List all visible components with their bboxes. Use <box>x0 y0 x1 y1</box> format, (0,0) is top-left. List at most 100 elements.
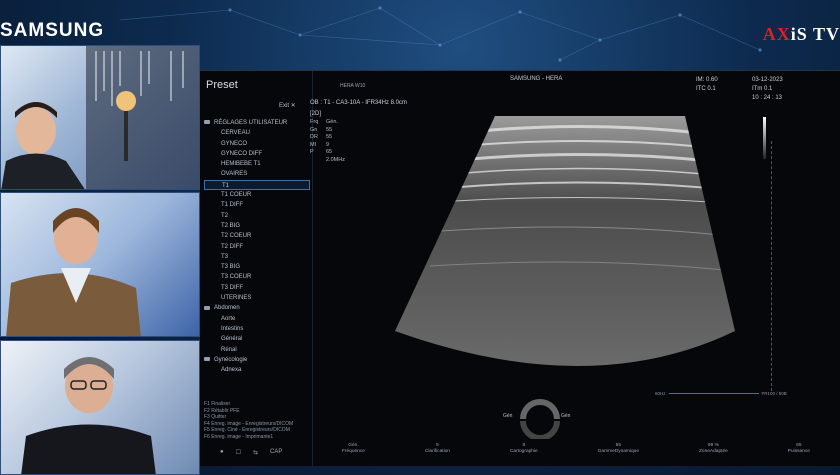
bottom-icon[interactable]: ⇆ <box>253 449 258 456</box>
grayscale-bar <box>763 117 766 159</box>
tree-folder[interactable]: Gynécologie <box>204 355 310 365</box>
tree-item[interactable]: T3 BIG <box>204 262 310 272</box>
image-parameters: Frq Gén. Gn 55 DR 55 MI 9 P 65 2.0MHz <box>310 119 345 164</box>
tree-item[interactable]: T1 <box>204 179 310 191</box>
gain-right-label: FR100 / 50B <box>761 391 787 396</box>
gain-bar[interactable] <box>668 393 759 395</box>
tree-item[interactable]: CERVEAU <box>204 128 310 138</box>
tree-label: Adnexa <box>221 367 242 374</box>
tree-label: T1 COEUR <box>221 192 252 199</box>
samsung-logo: SAMSUNG <box>0 20 105 41</box>
info-panel: IM: 0.60 03-12-2023 ITC 0.1 ITm 0.1 10 : 2… <box>696 76 808 103</box>
tree-label: T2 BIG <box>221 222 241 229</box>
tree-item[interactable]: Adnexa <box>204 365 310 375</box>
tree-item[interactable]: Rénal <box>204 345 310 355</box>
depth-scale <box>771 141 774 391</box>
control-label: Puissance <box>787 449 810 454</box>
tree-item[interactable]: UTERINES <box>204 293 310 303</box>
preset-title: Preset <box>206 79 238 91</box>
param-key: Frq <box>310 119 319 125</box>
control-label: Fréquence <box>341 449 365 454</box>
tree-label: Général <box>221 336 243 343</box>
ultrasound-image <box>380 101 770 421</box>
tree-label: RÉGLAGES UTILISATEUR <box>214 120 288 126</box>
gain-left-label: 60Hz <box>655 391 666 396</box>
tree-folder[interactable]: Abdomen <box>204 303 310 313</box>
param-key: P <box>310 149 314 155</box>
axis-logo-ax: AX <box>762 24 791 44</box>
axis-tv-logo: AXiS TV <box>763 24 840 45</box>
date-value: 03-12-2023 <box>752 77 783 83</box>
param-row: 2.0MHz <box>310 157 345 165</box>
tree-label: GYNECO <box>221 140 248 147</box>
exit-button[interactable]: Exit ✕ <box>279 102 296 109</box>
param-value: Gén. <box>326 119 338 125</box>
tree-item[interactable]: T1 DIFF <box>204 200 310 210</box>
probe-model: HERA W10 <box>340 83 366 89</box>
bottom-icon[interactable]: ● <box>220 449 224 456</box>
tree-item[interactable]: Intestins <box>204 324 310 334</box>
control-item[interactable]: 8 Cartographie <box>510 443 538 465</box>
tree-label: Gynécologie <box>214 356 248 363</box>
tree-item[interactable]: GYNECO <box>204 139 310 149</box>
control-gauge[interactable]: Gén Gén <box>503 399 570 441</box>
tree-item[interactable]: Aorte <box>204 314 310 324</box>
tree-label: T2 DIFF <box>221 243 243 250</box>
param-key: Gn <box>310 126 318 133</box>
ultrasound-screen: Preset Exit ✕ RÉGLAGES UTILISATEUR CERVEA… <box>200 70 840 466</box>
action-list: F1 Finaliser F2 Rétablir PFE F3 Quitter F4 … <box>204 401 310 440</box>
tree-item[interactable]: T2 DIFF <box>204 242 310 252</box>
control-item[interactable]: 99 % ZoneAdaptée <box>699 443 728 465</box>
preset-panel: Preset Exit ✕ RÉGLAGES UTILISATEUR CERVEA… <box>200 71 313 466</box>
tree-label: UTERINES <box>221 295 252 302</box>
tree-item[interactable]: T2 BIG <box>204 221 310 231</box>
mode-label: [2D] <box>310 111 322 117</box>
control-item[interactable]: 5 Clarification <box>425 443 450 465</box>
tree-item[interactable]: GYNECO DIFF <box>204 149 310 159</box>
folder-icon <box>204 120 210 125</box>
param-row: Gn 55 <box>310 127 345 135</box>
tree-item[interactable]: OVAIRES <box>204 169 310 179</box>
tree-label: Intestins <box>221 325 244 332</box>
bottom-controls: Gén. Fréquence 5 Clarification 8 Cartographie… <box>312 443 840 465</box>
tree-item[interactable]: T3 <box>204 252 310 262</box>
tree-label: Rénal <box>221 346 237 353</box>
param-key: DR <box>310 134 318 140</box>
action-item[interactable]: F6 Enreg. image - Imprimante1 <box>204 434 310 441</box>
tree-label: T2 <box>221 212 229 219</box>
tree-label: OVAIRES <box>221 171 248 178</box>
tree-label: T3 DIFF <box>221 284 243 291</box>
video-feed-guest-2 <box>0 192 200 337</box>
control-label: Cartographie <box>509 449 538 454</box>
bottom-icon[interactable]: CAP <box>270 449 282 456</box>
param-row: DR 55 <box>310 134 345 142</box>
tree-label: T3 <box>221 253 229 260</box>
control-item[interactable]: 65 Puissance <box>788 443 810 465</box>
param-row: P 65 <box>310 149 345 157</box>
control-label: ZoneAdaptée <box>698 449 728 454</box>
control-item[interactable]: 55 GammeDynamique <box>598 443 639 465</box>
param-value: 65 <box>326 149 333 155</box>
tree-item[interactable]: T1 COEUR <box>204 190 310 200</box>
tree-item[interactable]: T3 DIFF <box>204 283 310 293</box>
tree-item[interactable]: T3 COEUR <box>204 272 310 282</box>
folder-icon <box>204 305 210 310</box>
param-value: 55 <box>326 126 333 133</box>
tree-label: T3 COEUR <box>221 274 252 281</box>
tree-item[interactable]: T2 <box>204 211 310 221</box>
video-feed-guest-3 <box>0 340 200 475</box>
tree-label: CERVEAU <box>221 130 250 137</box>
tree-folder[interactable]: RÉGLAGES UTILISATEUR <box>204 118 310 128</box>
param-value: 9 <box>326 141 330 148</box>
gauge-right-label: Gén <box>561 413 571 419</box>
gain-strip: 60Hz FR100 / 50B <box>655 391 787 396</box>
control-item[interactable]: Gén. Fréquence <box>342 443 365 465</box>
tree-item[interactable]: HEMIBEBE T1 <box>204 159 310 169</box>
axis-logo-rest: iS TV <box>790 24 840 44</box>
itc-value: ITC 0.1 <box>696 86 716 92</box>
tree-label: T3 BIG <box>221 264 241 271</box>
bottom-icon[interactable]: ☐ <box>236 449 241 456</box>
tree-item[interactable]: Général <box>204 334 310 344</box>
tree-item[interactable]: T2 COEUR <box>204 231 310 241</box>
tree-label: GYNECO DIFF <box>221 150 263 157</box>
